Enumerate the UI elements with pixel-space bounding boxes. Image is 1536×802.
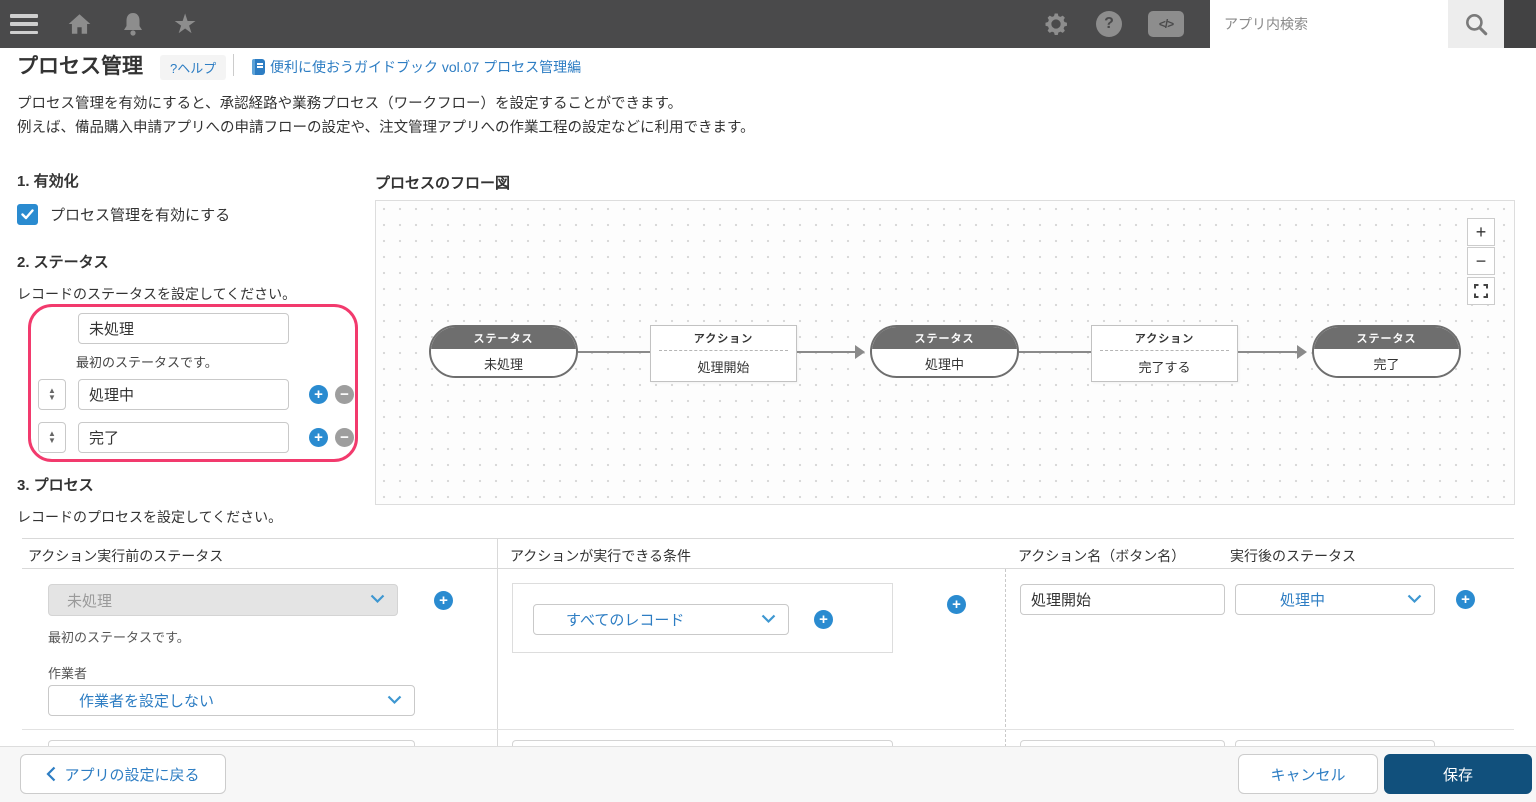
section-process-heading: 3. プロセス [17,474,94,495]
flow-connector [1019,351,1091,353]
assignee-label: 作業者 [48,663,87,682]
status-input-1[interactable] [78,313,289,344]
description-line1: プロセス管理を有効にすると、承認経路や業務プロセス（ワークフロー）を設定すること… [17,92,682,113]
gear-settings-icon[interactable] [1042,10,1070,38]
action-name-input[interactable] [1020,584,1225,615]
remove-status-button[interactable]: − [335,428,354,447]
flow-arrowhead-icon [1297,345,1307,359]
checkbox-checked-icon [17,204,38,225]
cancel-button[interactable]: キャンセル [1238,754,1378,794]
condition-select[interactable]: すべてのレコード [533,604,789,635]
status-instruction: レコードのステータスを設定してください。 [17,284,296,304]
flow-connector [578,351,650,353]
enable-process-checkbox[interactable]: プロセス管理を有効にする [17,204,230,225]
add-status-button[interactable]: + [309,385,328,404]
remove-status-button[interactable]: − [335,385,354,404]
add-condition-button[interactable]: + [814,610,833,629]
flow-status-node[interactable]: ステータス 未処理 [429,325,578,378]
section-activation-heading: 1. 有効化 [17,170,79,191]
condition-group-box: すべてのレコード + [512,583,893,653]
description-line2: 例えば、備品購入申請アプリへの申請フローの設定や、注文管理アプリへの作業工程の設… [17,116,755,137]
before-status-note: 最初のステータスです。 [48,627,190,646]
search-button[interactable] [1448,0,1504,48]
guidebook-link[interactable]: 便利に使おうガイドブック vol.07 プロセス管理編 [252,57,581,77]
chevron-down-icon [370,591,385,609]
col-after-status: 実行後のステータス [1230,546,1356,566]
add-process-row-button[interactable]: + [434,591,453,610]
before-status-select[interactable]: 未処理 [48,584,398,616]
flow-status-node[interactable]: ステータス 処理中 [870,325,1019,378]
col-action-name: アクション名（ボタン名） [1018,546,1185,566]
home-icon[interactable] [66,11,93,37]
help-link[interactable]: ?ヘルプ [160,55,226,80]
process-table-header: アクション実行前のステータス アクションが実行できる条件 アクション名（ボタン名… [22,539,1514,569]
process-table: アクション実行前のステータス アクションが実行できる条件 アクション名（ボタン名… [22,538,1514,746]
col-condition: アクションが実行できる条件 [510,546,691,566]
add-after-status-button[interactable]: + [1456,590,1475,609]
row-divider [22,729,1514,730]
help-question-icon[interactable]: ? [1096,11,1122,37]
status-input-2[interactable] [78,379,289,410]
column-divider [497,539,498,747]
flow-arrowhead-icon [855,345,865,359]
topbar: ★ ? </> [0,0,1536,48]
back-to-app-settings-button[interactable]: アプリの設定に戻る [20,754,226,794]
footer-bar: アプリの設定に戻る キャンセル 保存 [0,746,1536,802]
notifications-bell-icon[interactable] [121,11,145,37]
add-status-button[interactable]: + [309,428,328,447]
flow-action-node[interactable]: アクション 処理開始 [650,325,797,382]
status-3-reorder-handle[interactable]: ▲▼ [38,422,66,453]
enable-process-label: プロセス管理を有効にする [50,204,230,225]
topbar-end [1504,0,1536,48]
fullscreen-icon [1474,284,1488,298]
book-icon [252,59,265,75]
zoom-in-button[interactable]: + [1467,218,1495,246]
after-status-select[interactable]: 処理中 [1235,584,1435,615]
chevron-down-icon [761,611,776,629]
column-divider-dashed [1005,569,1006,747]
add-condition-group-button[interactable]: + [947,595,966,614]
chevron-down-icon [387,692,402,710]
flow-diagram-title: プロセスのフロー図 [375,172,510,193]
chevron-down-icon [1407,591,1422,609]
guidebook-link-label: 便利に使おうガイドブック vol.07 プロセス管理編 [270,57,581,77]
zoom-out-button[interactable]: − [1467,247,1495,275]
section-status-heading: 2. ステータス [17,251,109,272]
status-input-3[interactable] [78,422,289,453]
col-before-status: アクション実行前のステータス [28,546,223,566]
flow-diagram-canvas[interactable]: ステータス 未処理 アクション 処理開始 ステータス 処理中 アクション 完了す… [375,200,1515,505]
first-status-note: 最初のステータスです。 [76,352,218,371]
favorites-star-icon[interactable]: ★ [173,11,197,38]
process-instruction: レコードのプロセスを設定してください。 [17,507,282,527]
flow-connector [1238,351,1297,353]
chevron-left-icon [46,766,56,782]
diagram-zoom-controls: + − [1467,218,1495,305]
fullscreen-button[interactable] [1467,277,1495,305]
header-divider [233,54,234,76]
flow-action-node[interactable]: アクション 完了する [1091,325,1238,382]
code-api-icon[interactable]: </> [1148,11,1184,37]
assignee-select[interactable]: 作業者を設定しない [48,685,415,716]
search-icon [1463,11,1489,37]
status-2-reorder-handle[interactable]: ▲▼ [38,379,66,410]
hamburger-menu-icon[interactable] [10,14,38,34]
save-button[interactable]: 保存 [1384,754,1532,794]
app-search-input[interactable] [1210,0,1448,48]
flow-status-node[interactable]: ステータス 完了 [1312,325,1461,378]
flow-connector [797,351,855,353]
page-title: プロセス管理 [17,50,143,80]
